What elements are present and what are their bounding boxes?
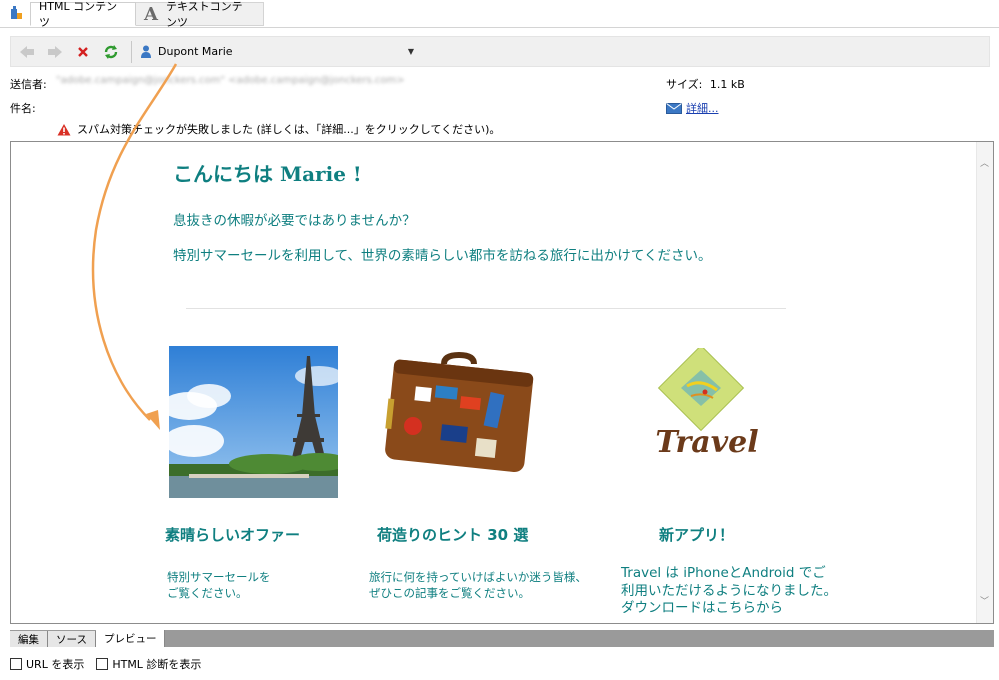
packing-tips-title[interactable]: 荷造りのヒント 30 選 <box>377 524 528 545</box>
email-greeting: こんにちは Marie ! <box>173 162 362 186</box>
vertical-scrollbar[interactable]: ︿ ﹀ <box>976 142 993 623</box>
spam-warning: スパム対策チェックが失敗しました (詳しくは、「詳細...」をクリックしてくださ… <box>57 121 500 137</box>
chevron-down-icon[interactable]: ﹀ <box>980 594 989 607</box>
recipient-selector[interactable]: Dupont Marie ▼ <box>138 40 422 64</box>
recipient-name: Dupont Marie <box>158 45 233 58</box>
chevron-up-icon[interactable]: ︿ <box>980 156 989 169</box>
offer-description: 特別サマーセールを ご覧ください。 <box>167 569 271 601</box>
packing-tips-description-line: 旅行に何を持っていけばよいか迷う皆様、 <box>369 570 587 584</box>
html-content-icon <box>11 6 22 19</box>
email-intro-line: 息抜きの休暇が必要ではありませんか？ <box>173 213 416 229</box>
preview-options: URL を表示 HTML 診断を表示 <box>10 656 213 672</box>
email-preview-pane[interactable]: こんにちは Marie ! 息抜きの休暇が必要ではありませんか？ 特別サマーセー… <box>10 141 994 624</box>
tab-html-content-label: HTML コンテンツ <box>39 0 118 29</box>
tab-html-content[interactable]: HTML コンテンツ <box>30 0 136 29</box>
email-divider <box>186 308 786 309</box>
eiffel-tower-image <box>169 346 338 498</box>
chevron-down-icon: ▼ <box>407 47 414 56</box>
travel-app-logo: Travel <box>655 348 759 460</box>
packing-tips-description: 旅行に何を持っていけばよいか迷う皆様、 ぜひこの記事をご覧ください。 <box>369 569 587 601</box>
show-html-diagnostics-label: HTML 診断を表示 <box>112 658 202 671</box>
travel-logo-text: Travel <box>655 425 758 460</box>
content-tab-bar: HTML コンテンツ A テキストコンテンツ <box>0 0 999 29</box>
details-link-label: 詳細... <box>686 102 719 115</box>
show-url-label: URL を表示 <box>26 658 85 671</box>
view-mode-tabs: 編集 ソース プレビュー <box>10 630 994 647</box>
refresh-icon <box>104 44 118 59</box>
show-html-diagnostics-option[interactable]: HTML 診断を表示 <box>96 656 201 672</box>
toolbar-separator <box>131 40 132 63</box>
new-app-description: Travel は iPhoneとAndroid でご 利用いただけるようになりま… <box>621 565 837 618</box>
packing-tips-description-line: ぜひこの記事をご覧ください。 <box>369 586 530 601</box>
tab-text-content-label: テキストコンテンツ <box>165 0 243 29</box>
text-content-icon: A <box>144 3 158 25</box>
offer-description-line: 特別サマーセールを <box>167 570 271 584</box>
tab-source[interactable]: ソース <box>48 631 96 647</box>
offer-description-line: ご覧ください。 <box>167 586 248 601</box>
sender-label: 送信者: <box>10 78 47 91</box>
new-app-description-line: Travel は iPhoneとAndroid でご <box>621 565 826 581</box>
stop-button[interactable] <box>71 40 95 64</box>
size-value: 1.1 kB <box>709 78 745 91</box>
envelope-icon <box>666 102 682 114</box>
arrow-left-icon <box>20 45 34 58</box>
new-app-title[interactable]: 新アプリ！ <box>659 524 734 545</box>
preview-toolbar: Dupont Marie ▼ <box>10 36 990 67</box>
show-url-checkbox[interactable] <box>10 658 22 670</box>
close-icon <box>78 46 88 57</box>
new-app-description-line: ダウンロードはこちらから <box>621 600 783 617</box>
message-size: サイズ: 1.1 kB <box>666 76 745 92</box>
show-url-option[interactable]: URL を表示 <box>10 656 84 672</box>
sender-value: "adobe.campaign@jonckers.com" <adobe.cam… <box>56 75 405 86</box>
forward-button[interactable] <box>43 40 67 64</box>
offer-title[interactable]: 素晴らしいオファー <box>165 524 300 545</box>
back-button[interactable] <box>15 40 39 64</box>
details-link[interactable]: 詳細... <box>666 100 719 116</box>
subject-label: 件名: <box>10 102 36 115</box>
refresh-button[interactable] <box>99 40 123 64</box>
warning-icon <box>57 123 71 135</box>
email-body-line: 特別サマーセールを利用して、世界の素晴らしい都市を訪ねる旅行に出かけてください。 <box>173 248 712 264</box>
tab-edit[interactable]: 編集 <box>10 631 48 647</box>
arrow-right-icon <box>48 45 62 58</box>
spam-warning-text: スパム対策チェックが失敗しました (詳しくは、「詳細...」をクリックしてくださ… <box>77 123 501 136</box>
user-icon <box>141 45 151 58</box>
show-html-diagnostics-checkbox[interactable] <box>96 658 109 670</box>
size-label: サイズ: <box>666 78 703 91</box>
suitcase-image <box>385 352 534 473</box>
tab-preview[interactable]: プレビュー <box>95 630 166 647</box>
new-app-description-line: 利用いただけるようになりました。 <box>621 582 837 599</box>
tab-text-content[interactable]: A テキストコンテンツ <box>136 0 264 29</box>
